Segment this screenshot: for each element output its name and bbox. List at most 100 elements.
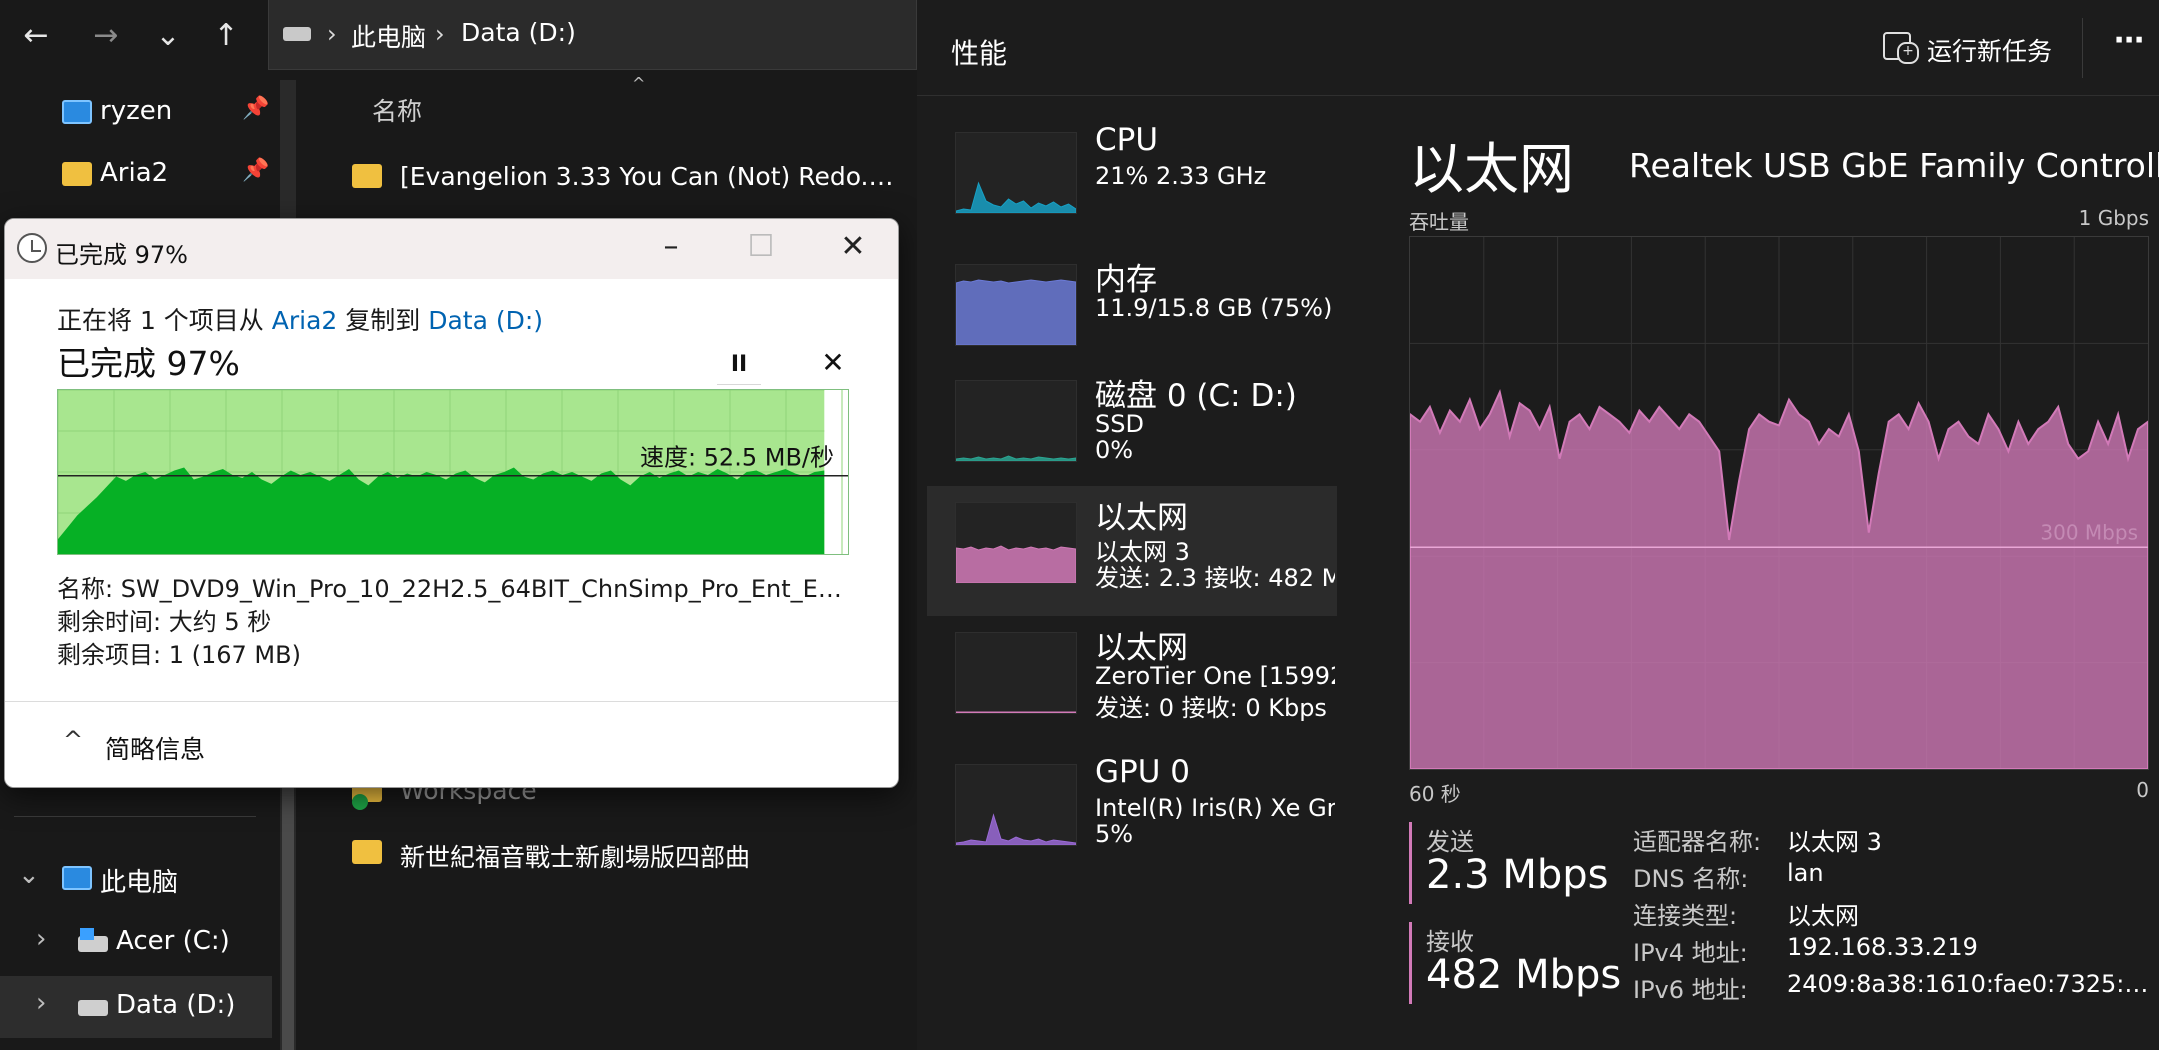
sidebar-item-data-d[interactable]: › Data (D:) <box>0 976 272 1038</box>
drive-icon <box>283 27 311 41</box>
sidebar-item-label: Acer (C:) <box>116 926 230 956</box>
perf-item-disk-0[interactable]: 磁盘 0 (C: D:) SSD 0% <box>927 364 1337 494</box>
perf-item-memory[interactable]: 内存 11.9/15.8 GB (75%) <box>927 248 1337 378</box>
perf-item-detail: 发送: 2.3 接收: 482 Mbps <box>1095 564 1335 592</box>
folder-icon <box>352 840 382 864</box>
perf-item-gpu-0[interactable]: GPU 0 Intel(R) Iris(R) Xe Graphics5% <box>927 748 1337 878</box>
property-key: DNS 名称: <box>1633 865 1749 893</box>
scrollbar-thumb[interactable] <box>282 770 294 1050</box>
run-new-task-button[interactable]: 运行新任务 <box>1883 24 2063 70</box>
folder-icon <box>352 164 382 188</box>
reference-line-label: 300 Mbps <box>2040 520 2138 544</box>
sidebar-item-ryzen[interactable]: ryzen 📌 <box>0 82 272 144</box>
performance-list: CPU 21% 2.33 GHz 内存 11.9/15.8 GB (75%) 磁盘 0 … <box>917 116 1337 1050</box>
pin-icon: 📌 <box>242 158 270 183</box>
breadcrumb-data-d[interactable]: Data (D:) <box>461 18 576 47</box>
sparkline-svg <box>955 711 1077 714</box>
new-task-icon <box>1883 32 1919 64</box>
perf-item-name: GPU 0 <box>1095 754 1190 790</box>
property-row: IPv6 地址: 2409:8a38:1610:fae0:7325:7d4... <box>1633 970 2153 1007</box>
drive-icon <box>78 1000 108 1016</box>
throughput-max-label: 1 Gbps <box>2078 206 2149 230</box>
chevron-right-icon: › <box>435 20 445 48</box>
speed-area <box>58 467 825 554</box>
desc-prefix: 正在将 1 个项目从 <box>57 306 272 335</box>
sparkline-area <box>955 279 1077 346</box>
maximize-button: ☐ <box>747 229 775 264</box>
perf-item-name: 磁盘 0 (C: D:) <box>1095 378 1297 414</box>
monitor-icon <box>62 866 92 890</box>
sidebar-item-aria2[interactable]: Aria2 📌 <box>0 144 272 206</box>
sparkline-svg <box>955 181 1077 214</box>
desc-middle: 复制到 <box>337 306 429 335</box>
perf-item-cpu[interactable]: CPU 21% 2.33 GHz <box>927 116 1337 246</box>
perf-item-detail: 5% <box>1095 820 1134 848</box>
graph-time-end: 0 <box>2136 778 2149 802</box>
forward-button[interactable]: → <box>84 14 128 58</box>
chevron-down-icon[interactable]: ⌄ <box>18 860 40 890</box>
chevron-right-icon[interactable]: › <box>36 988 46 1018</box>
progress-title: 已完成 97% <box>57 344 240 383</box>
source-link[interactable]: Aria2 <box>272 306 338 335</box>
back-button[interactable]: ← <box>14 14 58 58</box>
perf-item-detail: 发送: 0 接收: 0 Kbps <box>1095 694 1327 722</box>
sparkline-svg <box>955 279 1077 346</box>
file-name-line: 名称: SW_DVD9_Win_Pro_10_22H2.5_64BIT_ChnS… <box>57 575 847 603</box>
speed-graph: 速度: 52.5 MB/秒 <box>57 389 849 555</box>
address-bar[interactable]: › 此电脑 › Data (D:) <box>268 0 917 70</box>
run-new-task-label: 运行新任务 <box>1927 37 2053 66</box>
detail-title: 以太网 <box>1409 137 1575 201</box>
up-button[interactable]: ↑ <box>204 14 248 58</box>
throughput-label: 吞吐量 <box>1409 210 1469 234</box>
perf-sparkline <box>955 132 1077 214</box>
property-value: 以太网 <box>1787 902 1859 930</box>
sparkline-area <box>955 813 1077 846</box>
sidebar-item-label: Aria2 <box>100 158 169 188</box>
monitor-icon <box>62 100 92 124</box>
pause-button[interactable]: II <box>717 345 761 385</box>
perf-item-detail: ZeroTier One [1599248] <box>1095 662 1335 690</box>
sidebar-item-this-pc[interactable]: ⌄ 此电脑 <box>0 848 272 910</box>
adapter-name: Realtek USB GbE Family Controller <box>1629 146 2159 185</box>
property-key: IPv4 地址: <box>1633 939 1748 967</box>
perf-item-detail: 0% <box>1095 436 1134 464</box>
column-header-name[interactable]: 名称 <box>372 92 422 128</box>
sparkline-area <box>955 711 1077 714</box>
property-key: IPv6 地址: <box>1633 976 1748 1004</box>
sort-ascending-icon: ^ <box>632 74 646 93</box>
property-row: IPv4 地址: 192.168.33.219 <box>1633 933 2153 970</box>
perf-sparkline <box>955 264 1077 346</box>
receive-stat: 接收 482 Mbps <box>1409 922 1621 1004</box>
task-manager-header: 性能 运行新任务 ⋯ <box>917 0 2159 96</box>
close-icon: ✕ <box>821 346 845 379</box>
recent-locations-button[interactable]: ⌄ <box>146 14 190 58</box>
perf-item-detail: 11.9/15.8 GB (75%) <box>1095 294 1333 322</box>
chevron-right-icon[interactable]: › <box>36 924 46 954</box>
dialog-titlebar[interactable]: 已完成 97% – ☐ ✕ <box>5 219 898 279</box>
list-item[interactable]: 新世紀福音戰士新劇場版四部曲 <box>348 826 908 882</box>
perf-item-ethernet-zerotier[interactable]: 以太网ZeroTier One [1599248] 发送: 0 接收: 0 Kbp… <box>927 616 1337 746</box>
perf-sparkline <box>955 632 1077 714</box>
clock-icon <box>17 233 47 263</box>
close-button[interactable]: ✕ <box>823 227 883 271</box>
property-row: DNS 名称: lan <box>1633 859 2153 896</box>
speed-label: 速度: 52.5 MB/秒 <box>640 444 834 472</box>
sparkline-svg <box>955 455 1077 462</box>
dialog-footer: ^ 简略信息 <box>5 701 898 787</box>
file-name: 新世紀福音戰士新劇場版四部曲 <box>400 843 751 872</box>
property-value: 以太网 3 <box>1787 828 1882 856</box>
sidebar-item-acer-c[interactable]: › Acer (C:) <box>0 912 272 974</box>
chevron-right-icon: › <box>327 20 337 48</box>
list-item[interactable]: [Evangelion 3.33 You Can (Not) Redo.][Bl… <box>348 150 908 206</box>
windows-logo-icon <box>80 928 94 940</box>
cancel-copy-button[interactable]: ✕ <box>813 343 853 383</box>
fewer-details-button[interactable]: 简略信息 <box>105 730 205 766</box>
more-options-button[interactable]: ⋯ <box>2107 24 2151 68</box>
minimize-button[interactable]: – <box>641 227 701 271</box>
dialog-title: 已完成 97% <box>55 241 188 269</box>
breadcrumb-this-pc[interactable]: 此电脑 <box>351 18 426 54</box>
chevron-up-icon[interactable]: ^ <box>63 726 83 754</box>
time-remaining: 剩余时间: 大约 5 秒 <box>57 608 272 636</box>
destination-link[interactable]: Data (D:) <box>428 306 543 335</box>
perf-item-ethernet-3[interactable]: 以太网以太网 3发送: 2.3 接收: 482 Mbps <box>927 486 1337 616</box>
